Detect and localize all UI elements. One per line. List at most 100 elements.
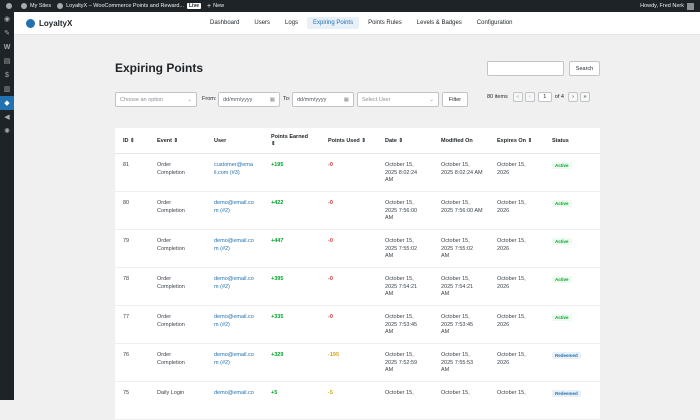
cell-line: Order: [157, 162, 172, 168]
cell-event: Order Completion: [157, 314, 185, 329]
sites-icon: [21, 3, 27, 9]
cell-event: Order Completion: [157, 162, 185, 177]
cell-user[interactable]: demo@email.co m (#2): [214, 352, 254, 367]
cell-user[interactable]: demo@email.co m (#2): [214, 276, 254, 291]
sidebar-item-loyaltyx[interactable]: ◆: [0, 96, 14, 110]
prev-page-button[interactable]: ‹: [524, 92, 535, 102]
cell-line: +395: [271, 276, 284, 282]
chevron-down-icon: ⌄: [429, 96, 434, 103]
sidebar-item-products[interactable]: ▤: [0, 54, 14, 68]
search-input[interactable]: [487, 61, 564, 76]
header-event[interactable]: Event ⇕: [157, 138, 178, 145]
header-expires-on[interactable]: Expires On ⇕: [497, 138, 532, 145]
brand-name: LoyaltyX: [39, 18, 73, 28]
cell-line: October 15,: [385, 238, 414, 244]
chevron-down-icon: ⌄: [187, 96, 192, 103]
filter-button[interactable]: Filter: [442, 92, 468, 107]
cell-exp: October 15, 2026: [497, 276, 526, 291]
header-points-earned[interactable]: Points Earned ⇕: [271, 134, 308, 148]
tab-levels-badges[interactable]: Levels & Badges: [411, 17, 468, 29]
cell-user[interactable]: demo@email.co m (#2): [214, 314, 254, 329]
sidebar-item-posts[interactable]: ✎: [0, 26, 14, 40]
cell-user[interactable]: demo@email.co: [214, 390, 254, 398]
cell-date: October 15,: [385, 390, 414, 405]
account-menu[interactable]: Howdy, Fred Nerk: [640, 2, 694, 10]
tab-configuration[interactable]: Configuration: [471, 17, 519, 29]
cell-earned: +447: [271, 238, 283, 246]
tab-dashboard[interactable]: Dashboard: [204, 17, 245, 29]
cell-line: +195: [271, 162, 284, 168]
admin-bar: My Sites LoyaltyX – WooCommerce Points a…: [0, 0, 700, 12]
cell-line: 76: [123, 352, 130, 358]
header-date[interactable]: Date ⇕: [385, 138, 403, 145]
event-select[interactable]: Choose an option ⌄: [115, 92, 197, 107]
wordpress-icon: [6, 3, 12, 9]
products-icon: ▤: [3, 58, 11, 65]
sidebar-item-dashboard[interactable]: ◉: [0, 12, 14, 26]
cell-line: -0: [328, 162, 333, 168]
cell-line: 2026: [497, 359, 510, 366]
cell-line: 2025 7:55:02: [385, 245, 418, 252]
current-page-input[interactable]: 1: [537, 92, 552, 102]
cell-line: October 15,: [441, 314, 470, 320]
cell-line: AM: [441, 291, 450, 297]
search-button[interactable]: Search: [569, 61, 600, 76]
chart-icon: ▥: [3, 86, 11, 93]
cell-line: -0: [328, 200, 333, 206]
cell-earned: +329: [271, 352, 283, 360]
site-name-menu[interactable]: LoyaltyX – WooCommerce Points and Reward…: [57, 3, 202, 9]
sidebar-item-marketing[interactable]: ◀: [0, 110, 14, 124]
cell-line: October 15,: [385, 276, 414, 282]
sidebar-item-woocommerce[interactable]: W: [0, 40, 14, 54]
site-name-label: LoyaltyX – WooCommerce Points and Reward…: [66, 3, 184, 9]
header-id[interactable]: ID ⇕: [123, 138, 135, 145]
sidebar-item-payments[interactable]: $: [0, 68, 14, 82]
to-date-placeholder: dd/mm/yyyy: [297, 96, 327, 103]
cell-line: +422: [271, 200, 284, 206]
sidebar-item-analytics[interactable]: ▥: [0, 82, 14, 96]
cell-mod: October 15, 2025 7:55:02 AM: [441, 238, 473, 261]
cell-line: AM: [441, 253, 450, 259]
cell-user[interactable]: demo@email.co m (#2): [214, 238, 254, 253]
header-points-used[interactable]: Points Used ⇕: [328, 138, 366, 145]
cell-line: 2025 7:53:45: [385, 321, 418, 328]
last-page-button[interactable]: »: [579, 92, 590, 102]
wp-logo-menu[interactable]: [6, 3, 15, 9]
new-content-menu[interactable]: + New: [207, 3, 224, 10]
cell-line: October 15,: [497, 390, 526, 396]
to-date-field[interactable]: dd/mm/yyyy ▦: [292, 92, 354, 107]
cell-line: demo@email.co: [214, 390, 254, 396]
header-date-label: Date: [385, 138, 397, 144]
cell-line: Completion: [157, 245, 185, 252]
cell-user[interactable]: customer@ema il.com (#3): [214, 162, 253, 177]
cell-earned: +395: [271, 276, 283, 284]
next-page-button[interactable]: ›: [567, 92, 578, 102]
tab-expiring-points[interactable]: Expiring Points: [307, 17, 360, 29]
cell-mod: October 15, 2025 7:53:45 AM: [441, 314, 473, 337]
cell-event: Order Completion: [157, 276, 185, 291]
tab-users[interactable]: Users: [248, 17, 276, 29]
user-select[interactable]: Select User ⌄: [357, 92, 439, 107]
tab-points-rules[interactable]: Points Rules: [362, 17, 408, 29]
cell-line: Order: [157, 352, 172, 358]
header-expires-on-label: Expires On: [497, 138, 527, 144]
cell-line: October 15,: [497, 162, 526, 168]
cell-line: October 15,: [385, 352, 414, 358]
header-modified-on: Modified On: [441, 138, 473, 144]
cell-line: +335: [271, 314, 284, 320]
cell-line: 78: [123, 276, 130, 282]
first-page-button[interactable]: «: [512, 92, 523, 102]
cell-line: Order: [157, 314, 172, 320]
cell-line: October 15,: [385, 314, 414, 320]
from-date-field[interactable]: dd/mm/yyyy ▦: [218, 92, 280, 107]
megaphone-icon: ◀: [4, 114, 10, 121]
brand: LoyaltyX: [26, 18, 73, 28]
cell-date: October 15, 2025 7:55:02 AM: [385, 238, 417, 261]
sidebar-item-settings[interactable]: ✺: [0, 124, 14, 138]
cell-exp: October 15, 2026: [497, 200, 526, 215]
plugin-header: LoyaltyX Dashboard Users Logs Expiring P…: [14, 12, 700, 35]
from-label: From:: [202, 96, 217, 102]
tab-logs[interactable]: Logs: [279, 17, 304, 29]
my-sites-menu[interactable]: My Sites: [21, 3, 51, 9]
cell-user[interactable]: demo@email.co m (#2): [214, 200, 254, 215]
